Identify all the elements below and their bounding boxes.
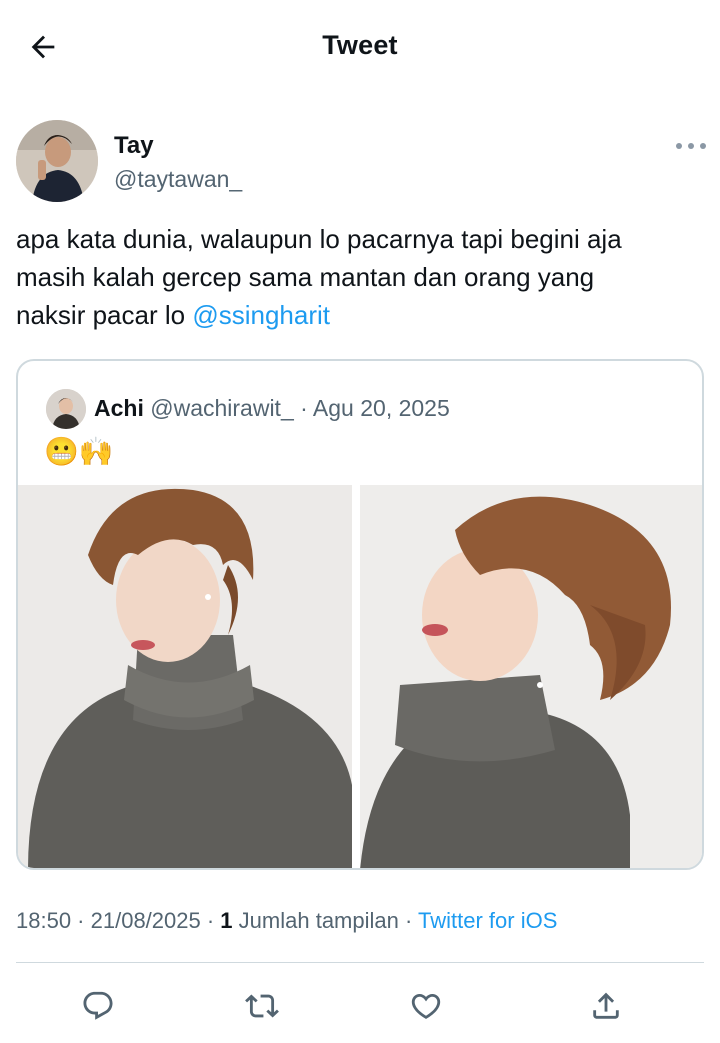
avatar[interactable] <box>16 120 98 202</box>
tweet-time: 18:50 <box>16 908 72 933</box>
avatar-image <box>16 120 98 202</box>
author-name[interactable]: Tay <box>114 132 154 160</box>
media-image-right[interactable] <box>360 485 702 868</box>
tweet-text: apa kata dunia, walaupun lo pacarnya tap… <box>16 220 706 334</box>
top-bar: Tweet <box>0 0 720 92</box>
tweet-author: Tay @taytawan_ <box>16 118 706 204</box>
tweet-text-fragment: naksir pacar lo <box>16 300 193 330</box>
like-icon <box>411 993 441 1019</box>
tweet-text-line: apa kata dunia, walaupun lo pacarnya tap… <box>16 224 622 254</box>
share-icon <box>593 992 619 1019</box>
share-button[interactable] <box>584 984 628 1028</box>
retweet-button[interactable] <box>240 984 284 1028</box>
retweet-icon <box>245 994 279 1018</box>
like-button[interactable] <box>404 984 448 1028</box>
tweet-text-line: naksir pacar lo @ssingharit <box>16 296 706 334</box>
quoted-avatar[interactable] <box>46 389 86 429</box>
more-horizontal-icon-dot <box>688 143 694 149</box>
divider <box>16 962 704 963</box>
quoted-tweet[interactable]: Achi @wachirawit_ · Agu 20, 2025 😬🙌 <box>16 359 704 870</box>
more-horizontal-icon-dot <box>700 143 706 149</box>
quoted-meta: Achi @wachirawit_ · Agu 20, 2025 <box>94 395 450 422</box>
media-image-left[interactable] <box>18 485 360 868</box>
quoted-author-name: Achi <box>94 395 144 421</box>
action-bar <box>0 980 720 1032</box>
more-options-button[interactable] <box>676 136 706 156</box>
quoted-author-handle: @wachirawit_ <box>150 395 294 421</box>
reply-icon <box>83 991 113 1020</box>
tweet-text-line: masih kalah gercep sama mantan dan orang… <box>16 262 595 292</box>
tweet-metadata: 18:50 · 21/08/2025 · 1 Jumlah tampilan ·… <box>16 908 558 933</box>
mention-link[interactable]: @ssingharit <box>192 300 330 330</box>
quoted-date: Agu 20, 2025 <box>312 395 450 421</box>
reply-button[interactable] <box>76 984 120 1028</box>
page-title: Tweet <box>322 30 398 60</box>
author-handle[interactable]: @taytawan_ <box>114 166 242 193</box>
photo-portrait-left <box>18 485 352 868</box>
tweet-date: 21/08/2025 <box>90 908 201 933</box>
quoted-text: 😬🙌 <box>44 436 114 467</box>
views-label: Jumlah tampilan <box>238 908 399 933</box>
quoted-media <box>18 485 702 868</box>
views-count: 1 <box>220 908 233 933</box>
photo-portrait-right <box>360 485 702 868</box>
tweet-source-link[interactable]: Twitter for iOS <box>418 908 557 933</box>
quoted-avatar-image <box>46 389 86 429</box>
quoted-separator: · <box>293 395 313 421</box>
more-horizontal-icon <box>676 143 682 149</box>
